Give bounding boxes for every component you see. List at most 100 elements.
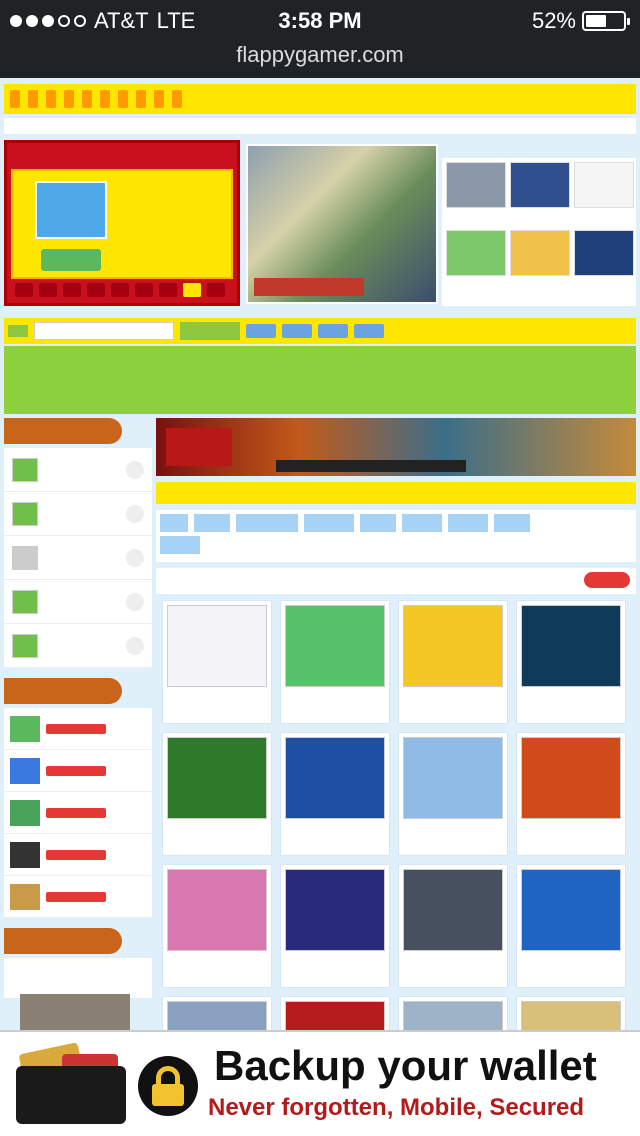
pager-dot[interactable] xyxy=(111,283,129,297)
battery-icon xyxy=(582,11,630,31)
list-item[interactable] xyxy=(4,448,152,492)
more-button[interactable] xyxy=(584,572,630,588)
list-item[interactable] xyxy=(4,492,152,536)
category-tab[interactable] xyxy=(494,514,530,532)
game-card[interactable] xyxy=(280,864,390,988)
game-name xyxy=(517,955,625,967)
social-button[interactable] xyxy=(354,324,384,338)
nav-item[interactable] xyxy=(10,90,20,108)
newest-game-thumb[interactable] xyxy=(574,230,634,276)
search-input[interactable] xyxy=(34,322,174,340)
play-badge xyxy=(46,765,106,776)
nav-item[interactable] xyxy=(154,90,164,108)
game-thumbnail xyxy=(285,605,385,687)
category-tab[interactable] xyxy=(360,514,396,532)
pager-dot[interactable] xyxy=(87,283,105,297)
game-icon xyxy=(12,589,38,614)
address-bar[interactable]: flappygamer.com xyxy=(0,40,640,78)
nav-item[interactable] xyxy=(82,90,92,108)
list-item[interactable] xyxy=(4,792,152,834)
newest-game-thumb[interactable] xyxy=(574,162,634,208)
game-card[interactable] xyxy=(280,600,390,724)
social-button[interactable] xyxy=(246,324,276,338)
game-card[interactable] xyxy=(398,996,508,1030)
game-card[interactable] xyxy=(516,864,626,988)
promo-banner-strip xyxy=(276,460,466,472)
featured-play-button[interactable] xyxy=(41,249,101,271)
category-tab[interactable] xyxy=(194,514,230,532)
hero-banner[interactable] xyxy=(246,144,438,304)
nav-item[interactable] xyxy=(172,90,182,108)
game-icon xyxy=(12,501,38,526)
social-button[interactable] xyxy=(318,324,348,338)
category-tab[interactable] xyxy=(402,514,442,532)
game-thumbnail xyxy=(285,869,385,951)
list-item[interactable] xyxy=(4,536,152,580)
game-name xyxy=(163,955,271,967)
nav-item[interactable] xyxy=(28,90,38,108)
social-button[interactable] xyxy=(282,324,312,338)
game-card[interactable] xyxy=(398,864,508,988)
game-thumbnail xyxy=(403,605,503,687)
nav-item[interactable] xyxy=(100,90,110,108)
game-thumbnail xyxy=(167,869,267,951)
game-card[interactable] xyxy=(162,600,272,724)
game-card[interactable] xyxy=(516,996,626,1030)
game-card[interactable] xyxy=(162,732,272,856)
promo-banner[interactable] xyxy=(156,418,636,476)
game-card[interactable] xyxy=(516,600,626,724)
game-card[interactable] xyxy=(398,732,508,856)
pager-dot[interactable] xyxy=(159,283,177,297)
game-name xyxy=(517,691,625,703)
pager-dot[interactable] xyxy=(39,283,57,297)
list-item[interactable] xyxy=(4,580,152,624)
rank-badge xyxy=(126,504,144,523)
rank-badge xyxy=(126,636,144,655)
newest-game-thumb[interactable] xyxy=(446,162,506,208)
game-thumbnail xyxy=(167,605,267,687)
category-tab[interactable] xyxy=(448,514,488,532)
webpage[interactable] xyxy=(0,78,640,1030)
pager-dot[interactable] xyxy=(135,283,153,297)
game-icon xyxy=(10,841,40,868)
pager-dot[interactable] xyxy=(207,283,225,297)
category-tab[interactable] xyxy=(160,536,200,554)
newest-game-thumb[interactable] xyxy=(446,230,506,276)
pager-dot[interactable] xyxy=(63,283,81,297)
bottom-ad-banner[interactable]: Backup your wallet Never forgotten, Mobi… xyxy=(0,1030,640,1136)
sub-nav xyxy=(4,118,636,134)
game-card[interactable] xyxy=(398,600,508,724)
featured-thumbnail[interactable] xyxy=(35,181,107,239)
green-ad-area xyxy=(4,346,636,414)
nav-item[interactable] xyxy=(136,90,146,108)
play-badge xyxy=(46,807,106,818)
game-name xyxy=(399,823,507,835)
lock-icon xyxy=(138,1056,198,1116)
nav-item[interactable] xyxy=(64,90,74,108)
list-item[interactable] xyxy=(4,624,152,668)
search-button[interactable] xyxy=(180,322,240,340)
url-text: flappygamer.com xyxy=(236,42,404,67)
category-tab[interactable] xyxy=(236,514,298,532)
popular-games-header xyxy=(4,678,122,704)
list-item[interactable] xyxy=(4,750,152,792)
game-card[interactable] xyxy=(162,996,272,1030)
nav-item[interactable] xyxy=(118,90,128,108)
featured-slide[interactable] xyxy=(11,169,233,279)
game-card[interactable] xyxy=(280,732,390,856)
list-item[interactable] xyxy=(4,834,152,876)
game-name xyxy=(399,955,507,967)
category-tab[interactable] xyxy=(304,514,354,532)
nav-item[interactable] xyxy=(46,90,56,108)
sidebar-ad[interactable] xyxy=(20,994,130,1030)
category-tab[interactable] xyxy=(160,514,188,532)
list-item[interactable] xyxy=(4,708,152,750)
newest-game-thumb[interactable] xyxy=(510,162,570,208)
list-item[interactable] xyxy=(4,876,152,918)
newest-game-thumb[interactable] xyxy=(510,230,570,276)
game-card[interactable] xyxy=(516,732,626,856)
pager-dot[interactable] xyxy=(15,283,33,297)
game-card[interactable] xyxy=(280,996,390,1030)
pager-dot-active[interactable] xyxy=(183,283,201,297)
game-card[interactable] xyxy=(162,864,272,988)
